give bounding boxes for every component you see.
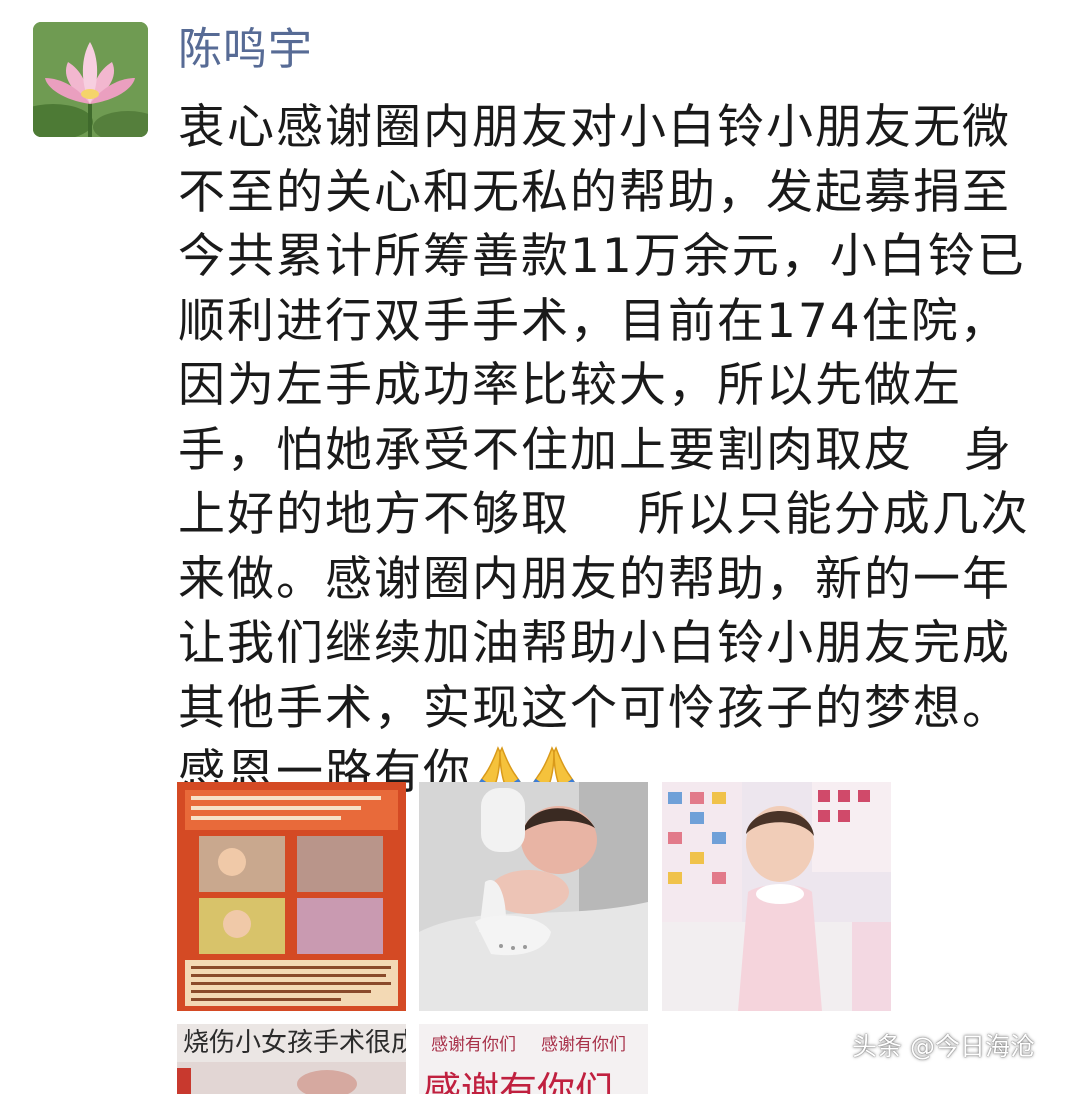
lotus-avatar-icon [33,22,148,137]
toddler-image [662,782,891,1011]
post-text: 衷心感谢圈内朋友对小白铃小朋友无微 不至的关心和无私的帮助，发起募捐至 今共累计… [178,96,1048,812]
thanks-text: 感谢有你们 [431,1035,516,1055]
photo-baby-bandaged[interactable] [419,782,648,1011]
post-text-line: 其他手术，实现这个可怜孩子的梦想。 [178,680,1011,736]
avatar[interactable] [33,22,148,137]
post-text-line: 因为左手成功率比较大，所以先做左 [178,358,962,413]
post-text-line: 来做。感谢圈内朋友的帮助，新的一年 [178,551,1011,607]
thanks-text-large: 感谢有你们 [423,1069,614,1094]
post-text-line: 顺利进行双手手术，目前在174住院， [178,293,1009,349]
news-headline-text: 烧伤小女孩手术很成功 [183,1028,406,1058]
thanks-text: 感谢有你们 [541,1035,626,1055]
post-text-line: 手，怕她承受不住加上要割肉取皮 身 [178,422,1013,478]
post-text-line: 不至的关心和无私的帮助，发起募捐至 [178,164,1011,220]
post-text-line: 衷心感谢圈内朋友对小白铃小朋友无微 [178,100,1011,155]
baby-image [419,782,648,1011]
watermark: 头条 @今日海沧 [852,1032,1035,1061]
poster-image [177,782,406,1011]
author-name[interactable]: 陈鸣宇 [178,22,313,78]
moments-post: 陈鸣宇 衷心感谢圈内朋友对小白铃小朋友无微 不至的关心和无私的帮助，发起募捐至 … [0,0,1080,1094]
photo-toddler-standing[interactable] [662,782,891,1011]
post-text-line: 让我们继续加油帮助小白铃小朋友完成 [178,616,1011,671]
post-text-line: 上好的地方不够取 所以只能分成几次 [178,487,1030,542]
post-text-line: 今共累计所筹善款11万余元，小白铃已 [178,229,1026,284]
photo-fundraising-poster[interactable] [177,782,406,1011]
